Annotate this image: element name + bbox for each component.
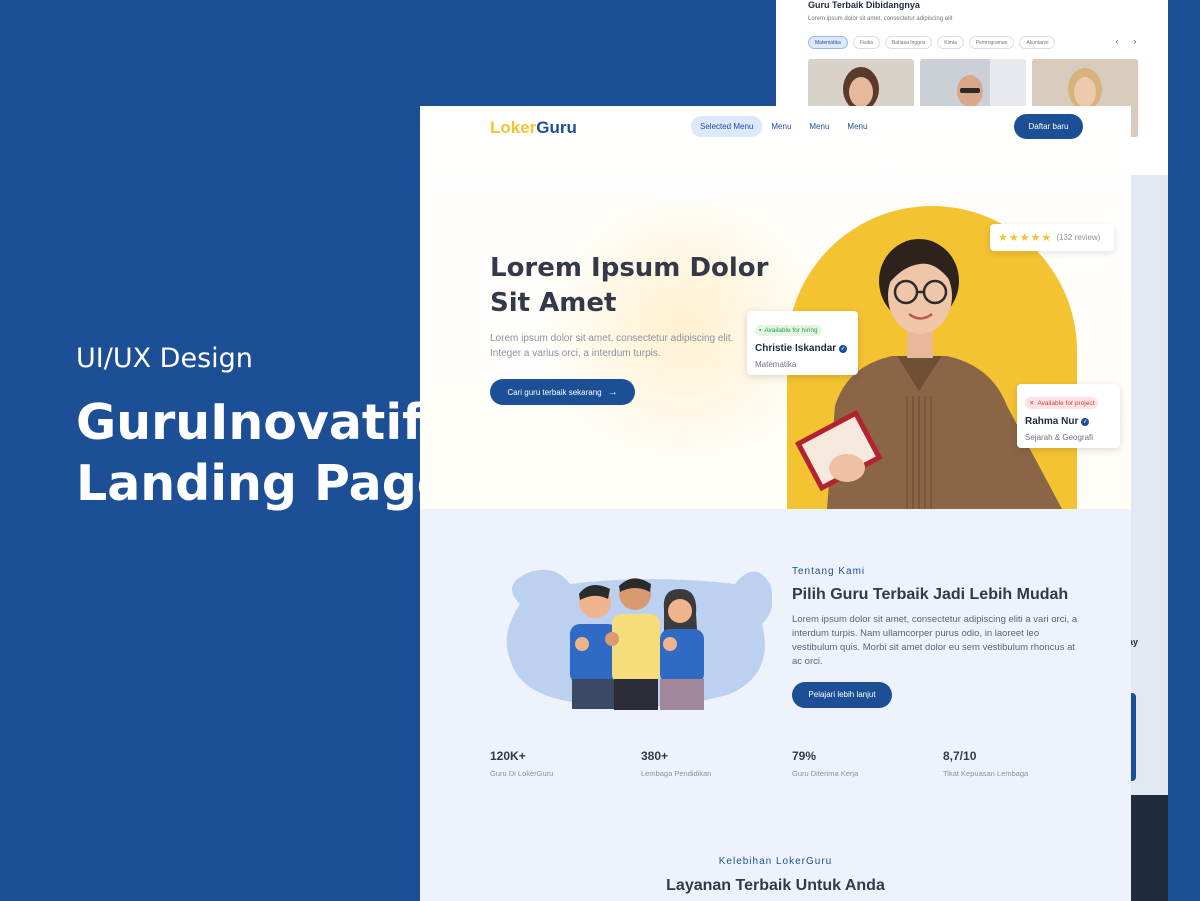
teacher-name-text: Christie Iskandar: [755, 343, 837, 354]
chip-kimia[interactable]: Kimia: [937, 36, 964, 49]
advantages-label: Kelebihan LokerGuru: [718, 856, 833, 867]
stat-value: 79%: [792, 749, 817, 763]
teacher-subject: Sejarah & Geografi: [1025, 433, 1094, 442]
rating-stars-icon: ★★★★★: [998, 232, 1053, 244]
status-badge-label: Available for hiring: [764, 327, 818, 334]
teacher-subject: Matematika: [755, 360, 797, 369]
nav-item-menu[interactable]: Menu: [762, 116, 800, 137]
stat-label: Guru Diterima Kerja: [792, 769, 859, 778]
chip-bahasa-inggris[interactable]: Bahasa Inggris: [884, 36, 933, 49]
stat-value: 8,7/10: [943, 749, 977, 763]
teachers-section-title: Guru Terbaik Dibidangnya: [808, 0, 920, 10]
project-title-line2: Landing Page: [76, 455, 451, 512]
chip-matematika[interactable]: Matematika: [808, 36, 848, 49]
advantages-title: Layanan Terbaik Untuk Anda: [666, 877, 885, 894]
carousel-arrows: ‹ ›: [1111, 36, 1141, 48]
hero-title-line1: Lorem Ipsum Dolor: [490, 253, 769, 283]
stat-item: 380+ Lembaga Pendidikan: [641, 749, 792, 778]
briefcase-icon: ▪: [759, 327, 762, 334]
students-illustration: [506, 569, 772, 710]
project-title: GuruInovatif Landing Page: [76, 392, 450, 514]
stat-label: Lembaga Pendidikan: [641, 769, 712, 778]
stat-label: Guru Di LokerGuru: [490, 769, 554, 778]
about-title: Pilih Guru Terbaik Jadi Lebih Mudah: [792, 586, 1069, 603]
main-nav: Selected Menu Menu Menu Menu: [691, 116, 876, 137]
logo[interactable]: LokerGuru: [490, 118, 577, 138]
design-kicker: UI/UX Design: [76, 343, 253, 374]
status-badge: ✕ Available for project: [1025, 397, 1099, 409]
teacher-name: Christie Iskandar ✓: [755, 343, 850, 354]
subject-filter-chips: Matematika Fisika Bahasa Inggris Kimia P…: [808, 36, 1056, 49]
chip-pemrograman[interactable]: Pemrograman: [968, 36, 1015, 49]
stat-value: 120K+: [490, 749, 526, 763]
teacher-name-text: Rahma Nur: [1025, 416, 1079, 427]
about-label: Tentang Kami: [792, 566, 866, 577]
arrow-right-icon: →: [607, 386, 618, 398]
chip-akuntansi[interactable]: Akuntansi: [1019, 36, 1056, 49]
verified-icon: ✓: [1081, 417, 1090, 426]
project-title-line1: GuruInovatif: [76, 394, 424, 451]
learn-more-button[interactable]: Pelajari lebih lanjut: [792, 682, 892, 708]
logo-part1: Loker: [490, 118, 537, 137]
nav-item-menu[interactable]: Menu: [838, 116, 876, 137]
stat-item: 79% Guru Diterima Kerja: [792, 749, 943, 778]
logo-part2: Guru: [536, 118, 577, 137]
teacher-card[interactable]: ✕ Available for project Rahma Nur ✓ Seja…: [1017, 384, 1120, 448]
find-teacher-button[interactable]: Cari guru terbaik sekarang →: [490, 379, 635, 405]
teacher-name: Rahma Nur ✓: [1025, 416, 1112, 427]
review-count: (132 review): [1056, 233, 1101, 242]
signup-button[interactable]: Daftar baru: [1014, 114, 1083, 139]
verified-icon: ✓: [839, 344, 848, 353]
teacher-card[interactable]: ▪ Available for hiring Christie Iskandar…: [747, 311, 858, 375]
status-badge: ▪ Available for hiring: [755, 325, 822, 336]
review-card: ★★★★★ (132 review): [990, 224, 1114, 251]
stats-row: 120K+ Guru Di LokerGuru 380+ Lembaga Pen…: [490, 749, 1094, 778]
chip-fisika[interactable]: Fisika: [852, 36, 880, 49]
stat-label: Tikat Kepuasan Lembaga: [943, 769, 1029, 778]
stat-item: 8,7/10 Tikat Kepuasan Lembaga: [943, 749, 1094, 778]
cross-icon: ✕: [1029, 400, 1035, 407]
landing-page: LokerGuru Selected Menu Menu Menu Menu D…: [420, 106, 1131, 901]
chevron-left-icon[interactable]: ‹: [1111, 36, 1123, 48]
chevron-right-icon[interactable]: ›: [1129, 36, 1141, 48]
hero-title-line2: Sit Amet: [490, 288, 617, 318]
about-description: Lorem ipsum dolor sit amet, consectetur …: [792, 614, 1078, 667]
hero-description: Lorem ipsum dolor sit amet, consectetur …: [490, 333, 734, 359]
teachers-section-subtitle: Lorem ipsum dolor sit amet, consectetur …: [808, 16, 953, 22]
stat-value: 380+: [641, 749, 669, 763]
nav-item-selected[interactable]: Selected Menu: [691, 116, 763, 137]
stat-item: 120K+ Guru Di LokerGuru: [490, 749, 641, 778]
nav-item-menu[interactable]: Menu: [800, 116, 838, 137]
about-section: Tentang Kami Pilih Guru Terbaik Jadi Leb…: [420, 509, 1131, 901]
status-badge-label: Available for project: [1037, 399, 1095, 407]
hero-title: Lorem Ipsum Dolor Sit Amet: [490, 251, 768, 321]
find-teacher-label: Cari guru terbaik sekarang: [507, 387, 602, 397]
hero-section: LokerGuru Selected Menu Menu Menu Menu D…: [420, 106, 1131, 509]
